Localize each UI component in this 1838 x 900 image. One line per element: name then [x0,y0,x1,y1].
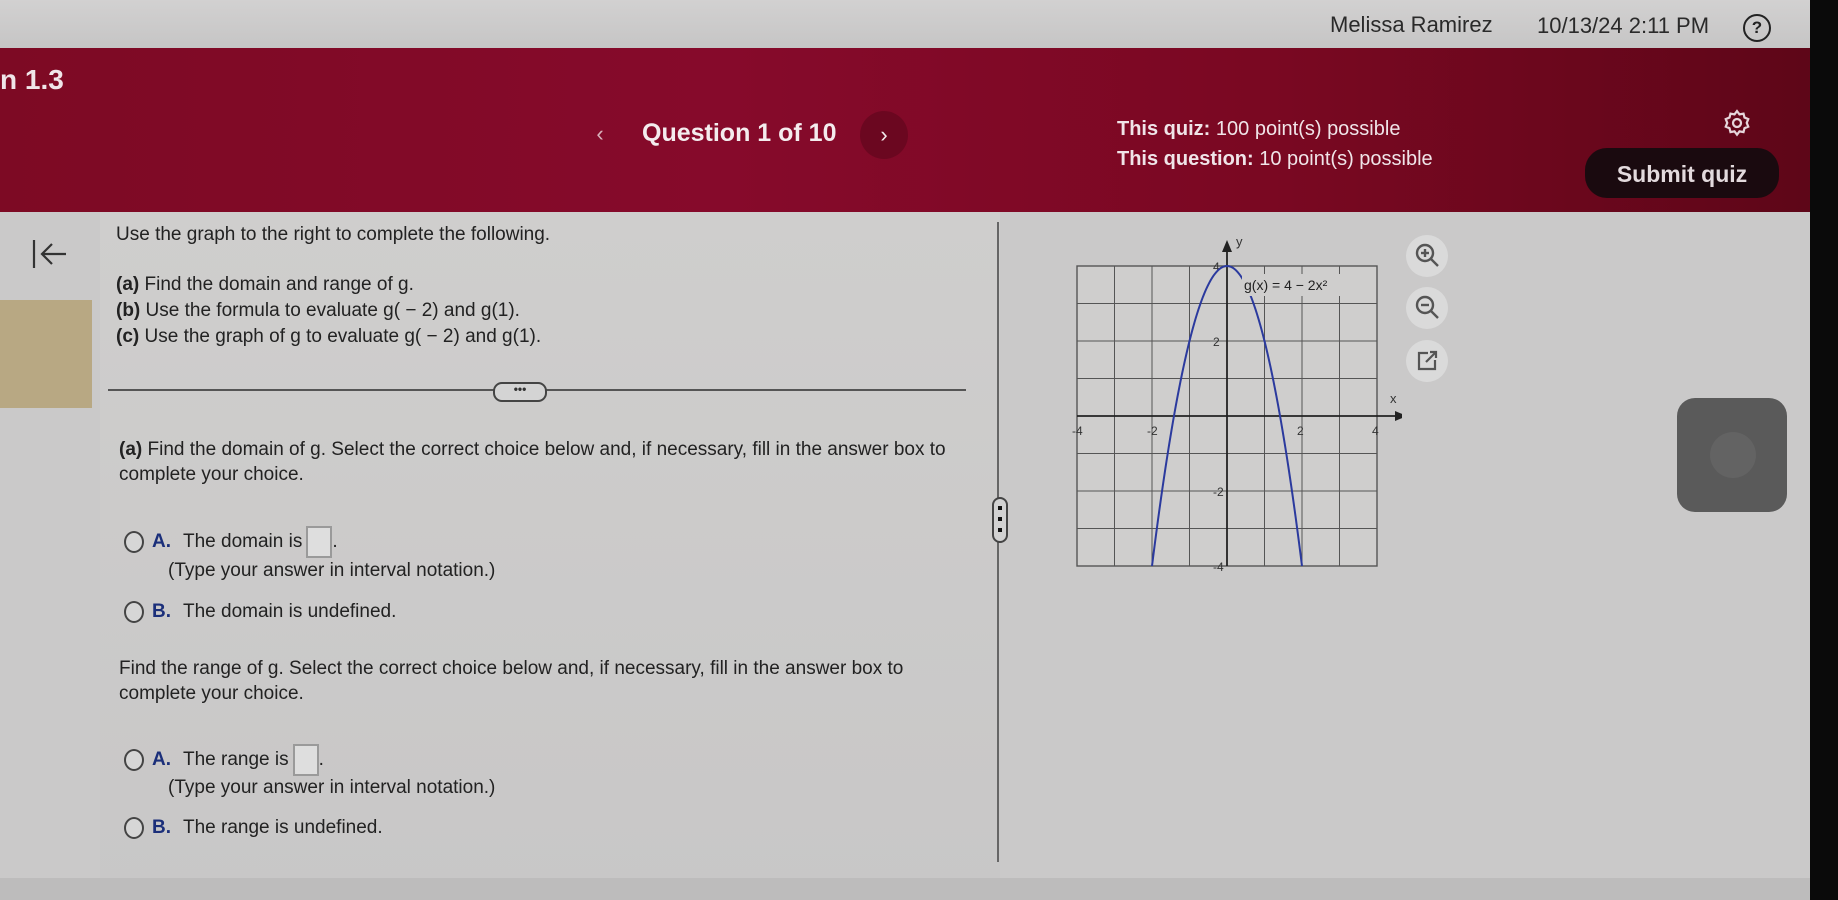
screen-edge [1810,0,1838,900]
x-axis-label: x [1390,391,1397,406]
part-b: (b) Use the formula to evaluate g( − 2) … [116,300,520,321]
sidebar-tab[interactable] [0,300,92,408]
collapse-sidebar-icon[interactable] [30,236,70,272]
expand-more-button[interactable]: ••• [493,382,547,402]
y-axis-arrow [1222,240,1232,252]
gear-icon[interactable] [1722,108,1752,138]
x-axis-arrow [1395,411,1402,421]
points-info: This quiz: 100 point(s) possible This qu… [1117,114,1433,174]
y-axis-label: y [1236,234,1243,249]
radio-button[interactable] [124,749,144,771]
chevron-right-icon: › [880,122,888,147]
domain-hint: (Type your answer in interval notation.) [168,560,496,581]
user-name: Melissa Ramirez [1330,12,1493,37]
open-graph-button[interactable] [1406,340,1448,382]
x-tick-label: 2 [1297,424,1304,438]
domain-answer-box[interactable] [306,526,333,558]
question-circle-icon[interactable]: ? [1743,14,1771,42]
chevron-left-icon: ‹ [596,121,604,146]
y-tick-label: -4 [1213,560,1224,574]
y-tick-label: 2 [1213,335,1220,349]
zoom-out-icon [1415,295,1439,319]
function-label: g(x) = 4 − 2x² [1244,277,1328,293]
part-a: (a) Find the domain and range of g. [116,274,414,295]
problem-parts: (a) Find the domain and range of g. (b) … [116,272,541,350]
radio-button[interactable] [124,531,144,553]
section-title: n 1.3 [0,64,64,95]
question-counter: Question 1 of 10 [642,119,837,147]
range-choice-a[interactable]: A. The range is. [124,744,324,776]
splitter-handle[interactable] [992,497,1008,543]
zoom-in-button[interactable] [1406,235,1448,277]
part-c: (c) Use the graph of g to evaluate g( − … [116,326,542,347]
domain-choice-b[interactable]: B. The domain is undefined. [124,601,396,623]
range-question: Find the range of g. Select the correct … [119,658,904,704]
zoom-in-icon [1415,243,1439,267]
datetime: 10/13/24 2:11 PM [1537,13,1710,38]
function-graph: xy-4 -2 2 442-2-4g(x) = 4 − 2x² [1072,234,1402,574]
floating-assistive-button[interactable] [1677,398,1787,512]
domain-choice-a[interactable]: A. The domain is. [124,526,338,558]
zoom-out-button[interactable] [1406,287,1448,329]
y-tick-label: -2 [1213,485,1224,499]
external-link-icon [1417,350,1438,371]
x-tick-label: -2 [1147,424,1158,438]
range-answer-box[interactable] [292,744,319,776]
next-question-button[interactable]: › [860,111,908,159]
radio-button[interactable] [124,601,144,623]
x-tick-label: -4 [1072,424,1083,438]
submit-quiz-button[interactable]: Submit quiz [1585,148,1779,198]
previous-question-button[interactable]: ‹ [578,112,622,156]
quiz-points: This quiz: 100 point(s) possible [1117,118,1401,140]
problem-prompt: Use the graph to the right to complete t… [116,224,551,245]
range-hint: (Type your answer in interval notation.) [168,777,496,798]
question-points: This question: 10 point(s) possible [1117,148,1433,170]
bottom-strip [0,878,1810,900]
domain-question: (a) Find the domain of g. Select the cor… [119,439,946,485]
range-choice-b[interactable]: B. The range is undefined. [124,817,383,839]
x-tick-label: 4 [1372,424,1379,438]
radio-button[interactable] [124,817,144,839]
